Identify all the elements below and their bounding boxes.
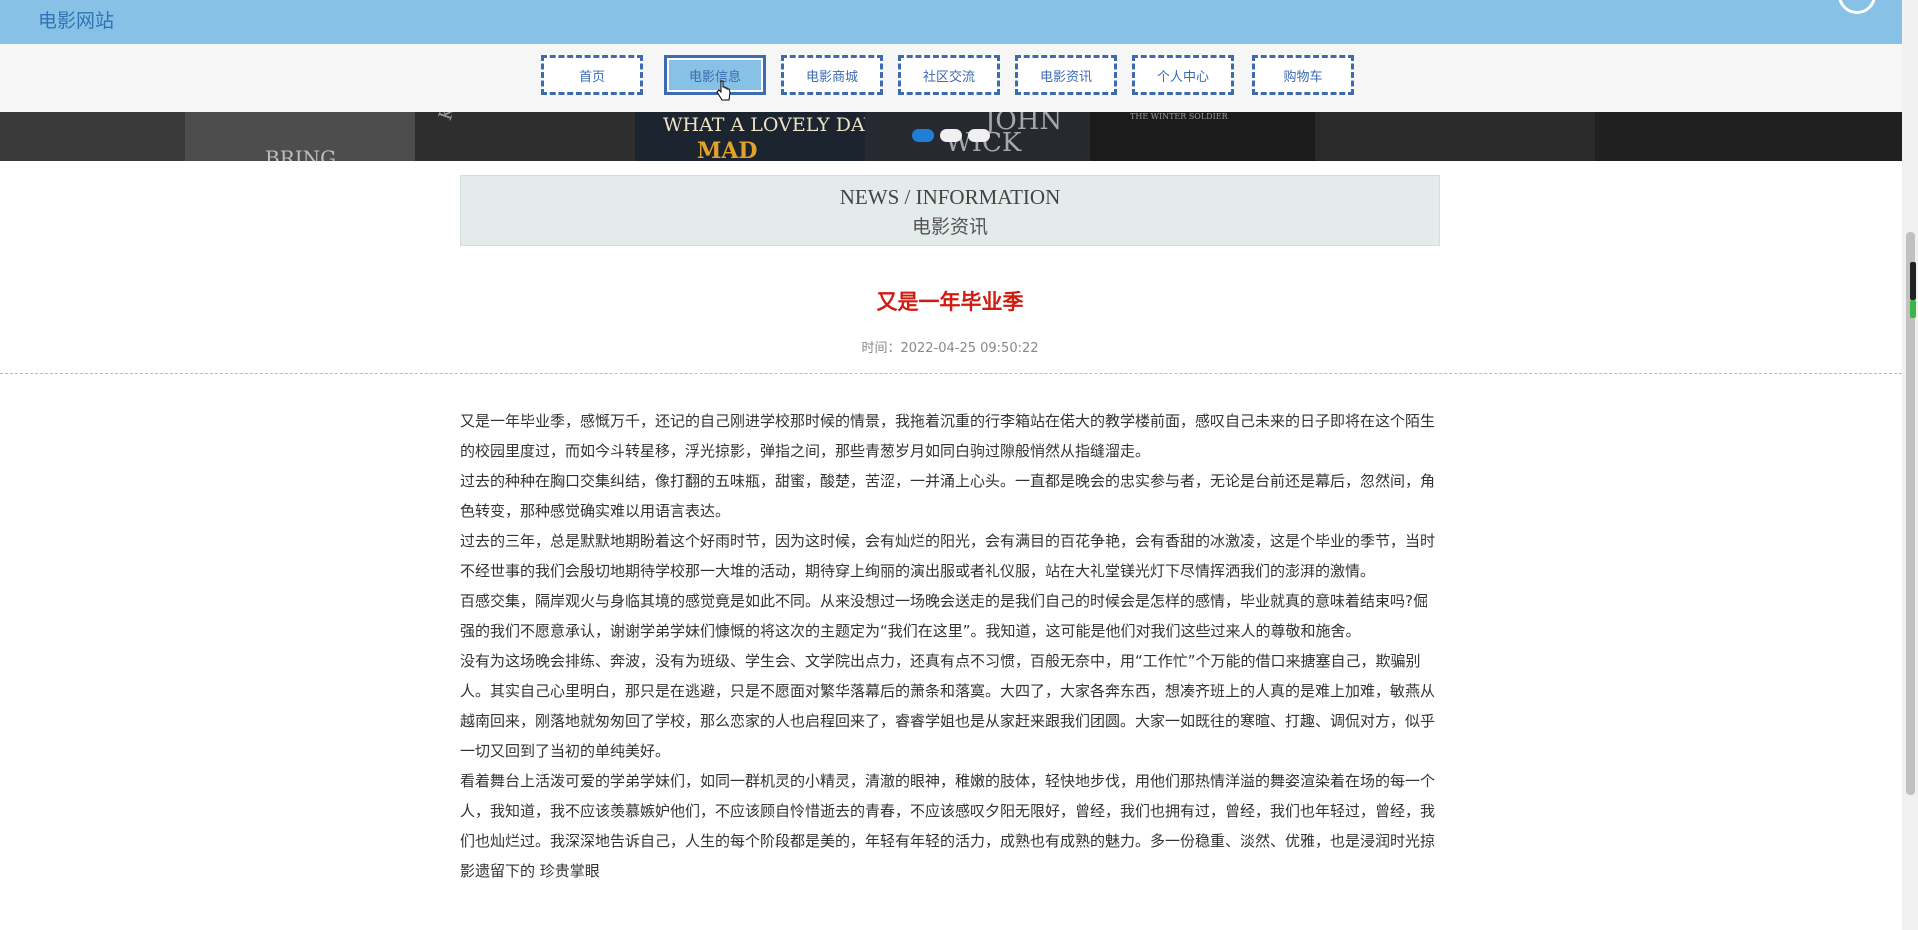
article-paragraph: 过去的三年，总是默默地期盼着这个好雨时节，因为这时候，会有灿烂的阳光，会有满目的… — [460, 532, 1436, 580]
poster-image: THE WINTER SOLDIER — [1090, 112, 1315, 161]
article-paragraph: 又是一年毕业季，感慨万千，还记的自己刚进学校那时候的情景，我拖着沉重的行李箱站在… — [460, 412, 1436, 460]
poster-image — [0, 112, 185, 161]
carousel-dot-1[interactable] — [912, 129, 934, 142]
poster-image: WHAT A LOVELY DAY. MAD — [635, 112, 880, 161]
poster-image: BRING — [185, 112, 415, 161]
poster-text: KING KONG — [435, 112, 494, 123]
main-nav: 首页 电影信息 电影商城 社区交流 电影资讯 个人中心 购物车 — [0, 44, 1902, 112]
nav-item-movie-mall[interactable]: 电影商城 — [781, 55, 883, 95]
article-paragraph: 没有为这场晚会排练、奔波，没有为班级、学生会、文学院出点力，还真有点不习惯，百般… — [460, 652, 1436, 760]
poster-text: BRING — [265, 146, 337, 161]
article-paragraph: 百感交集，隔岸观火与身临其境的感觉竟是如此不同。从来没想过一场晚会送走的是我们自… — [460, 592, 1428, 640]
nav-item-movie-info[interactable]: 电影信息 — [664, 55, 766, 95]
poster-image — [1315, 112, 1595, 161]
article-time: 时间：2022-04-25 09:50:22 — [861, 341, 1039, 356]
divider — [0, 373, 1902, 374]
poster-text: THE WINTER SOLDIER — [1130, 112, 1228, 121]
site-title[interactable]: 电影网站 — [38, 6, 114, 33]
poster-image — [1595, 112, 1902, 161]
scrollbar-marker — [1910, 262, 1916, 300]
poster-image: KING KONG — [415, 112, 635, 161]
poster-text: MAD — [697, 138, 758, 161]
article-body: 又是一年毕业季，感慨万千，还记的自己刚进学校那时候的情景，我拖着沉重的行李箱站在… — [460, 406, 1440, 886]
top-header: 电影网站 — [0, 0, 1902, 44]
user-avatar-icon[interactable] — [1838, 0, 1876, 14]
scrollbar-marker — [1910, 300, 1916, 318]
nav-item-personal-center[interactable]: 个人中心 — [1132, 55, 1234, 95]
section-title-en: NEWS / INFORMATION — [839, 185, 1061, 209]
carousel-dot-3[interactable] — [968, 129, 990, 142]
poster-text: WHAT A LOVELY DAY. — [663, 114, 881, 136]
banner-carousel[interactable]: BRING KING KONG WHAT A LOVELY DAY. MAD J… — [0, 112, 1902, 161]
nav-item-cart[interactable]: 购物车 — [1252, 55, 1354, 95]
nav-item-community[interactable]: 社区交流 — [898, 55, 1000, 95]
article-title: 又是一年毕业季 — [876, 290, 1024, 314]
carousel-dot-2[interactable] — [940, 129, 962, 142]
article-paragraph: 看着舞台上活泼可爱的学弟学妹们，如同一群机灵的小精灵，清澈的眼神，稚嫩的肢体，轻… — [460, 772, 1436, 880]
article-paragraph: 过去的种种在胸口交集纠结，像打翻的五味瓶，甜蜜，酸楚，苦涩，一并涌上心头。一直都… — [460, 472, 1436, 520]
section-header: NEWS / INFORMATION 电影资讯 — [460, 175, 1440, 246]
nav-item-home[interactable]: 首页 — [541, 55, 643, 95]
section-title-cn: 电影资讯 — [911, 216, 988, 238]
hand-cursor-icon — [716, 80, 731, 101]
nav-item-movie-news[interactable]: 电影资讯 — [1015, 55, 1117, 95]
